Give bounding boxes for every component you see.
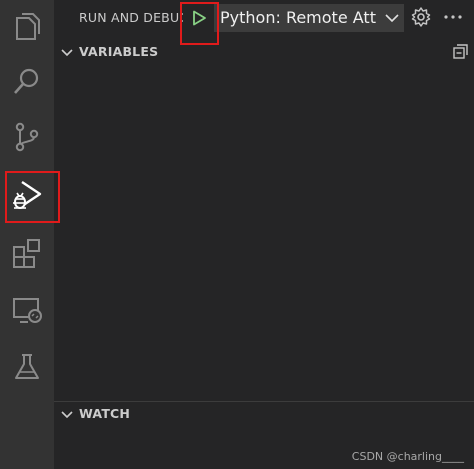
variables-section-header[interactable]: VARIABLES [54,40,474,64]
activity-source-control[interactable] [0,110,54,164]
play-icon [193,10,206,26]
debug-header: RUN AND DEBUG Python: Remote Attach [54,0,474,35]
source-control-icon [15,122,39,152]
debug-sidebar: RUN AND DEBUG Python: Remote Attach [54,0,474,469]
collapse-all-icon [453,44,468,59]
activity-remote-explorer[interactable] [0,284,54,338]
more-actions-button[interactable] [442,6,464,32]
open-launch-json-button[interactable] [410,6,432,32]
watch-section-header[interactable]: WATCH [54,402,474,426]
start-debugging-button[interactable] [184,4,214,32]
run-debug-icon [13,181,42,209]
view-title: RUN AND DEBUG [79,10,183,25]
search-icon [14,68,39,94]
activity-explorer[interactable] [0,0,54,54]
chevron-down-icon [60,407,74,426]
extensions-icon [13,239,40,268]
selected-configuration: Python: Remote Attach [220,8,376,27]
chevron-down-icon [60,45,74,64]
remote-explorer-icon [13,298,42,323]
watch-title: WATCH [79,406,131,421]
activity-extensions[interactable] [0,226,54,280]
activity-bar [0,0,54,469]
more-icon [444,15,462,19]
files-icon [16,13,40,40]
variables-title: VARIABLES [79,44,159,59]
gear-icon [411,7,431,27]
chevron-down-icon [384,10,400,30]
testing-icon [15,354,39,379]
activity-run-debug[interactable] [0,168,54,222]
debug-configuration-select[interactable]: Python: Remote Attach [214,4,404,32]
activity-testing[interactable] [0,340,54,394]
collapse-all-button[interactable] [452,43,470,65]
activity-search[interactable] [0,54,54,108]
watermark: CSDN @charling____ [351,450,464,463]
